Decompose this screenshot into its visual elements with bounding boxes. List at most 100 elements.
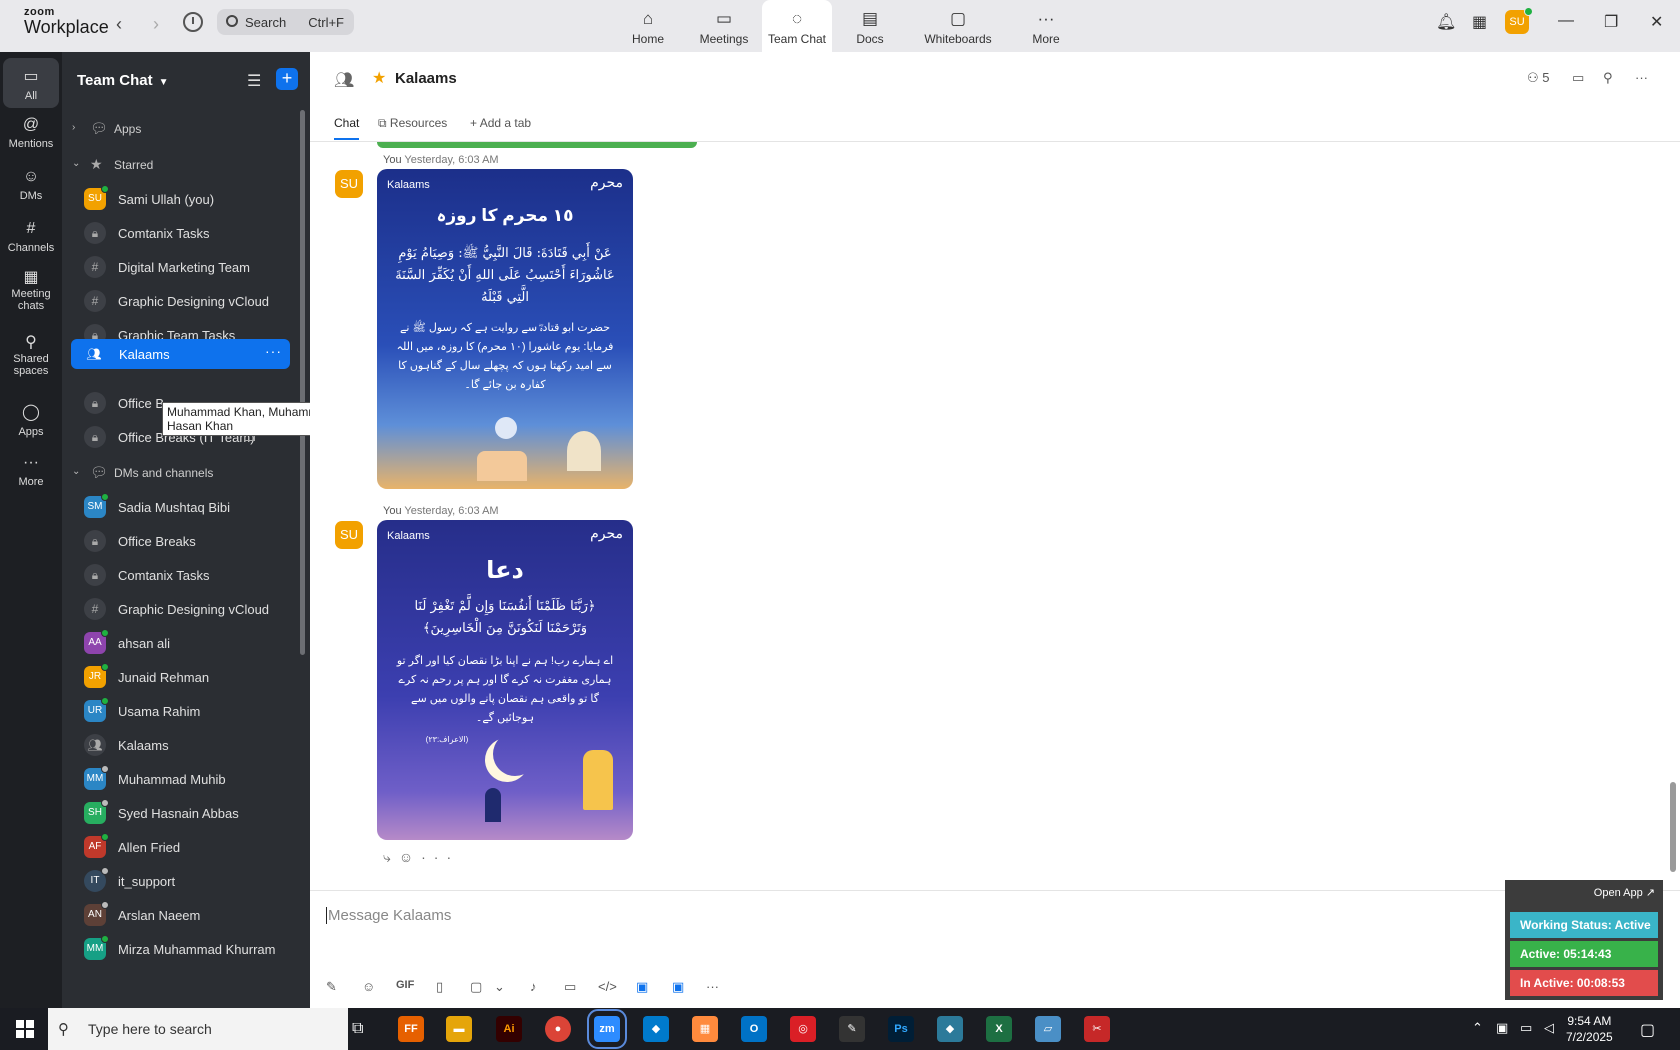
creative-cloud-app[interactable]: ◎ bbox=[790, 1016, 816, 1042]
outlook-app[interactable]: O bbox=[741, 1016, 767, 1042]
sidebar-item-allen-fried[interactable]: AF Allen Fried bbox=[62, 832, 298, 862]
sidebar-item-it-support[interactable]: IT it_support bbox=[62, 866, 298, 896]
image-attachment[interactable]: Kalaams محرم ١٥ محرم کا روزہ عَنْ أَبِي … bbox=[377, 169, 633, 489]
rail-apps[interactable]: ◯ Apps bbox=[0, 402, 62, 438]
sidebar-item-mirza-khurram[interactable]: MM Mirza Muhammad Khurram bbox=[62, 934, 298, 964]
sidebar-item-usama-rahim[interactable]: UR Usama Rahim bbox=[62, 696, 298, 726]
whiteboard-icon[interactable]: ▣ bbox=[672, 979, 684, 995]
vscode-app[interactable]: ◆ bbox=[643, 1016, 669, 1042]
sidebar-item-sadia[interactable]: SM Sadia Mushtaq Bibi bbox=[62, 492, 298, 522]
more-icon[interactable]: ··· bbox=[265, 343, 282, 359]
sidebar-item-syed-hasnain[interactable]: SH Syed Hasnain Abbas bbox=[62, 798, 298, 828]
rail-dms[interactable]: ☺ DMs bbox=[0, 168, 62, 202]
bell-icon[interactable]: 🔔︎ bbox=[1436, 12, 1456, 32]
search-box[interactable]: Search Ctrl+F bbox=[217, 9, 354, 35]
network-icon[interactable]: ▭ bbox=[1520, 1020, 1532, 1036]
sidebar-item-arslan-naeem[interactable]: AN Arslan Naeem bbox=[62, 900, 298, 930]
tab-chat[interactable]: Chat bbox=[334, 116, 360, 140]
more-icon[interactable]: ··· bbox=[706, 979, 719, 994]
section-apps[interactable]: › 💬︎ Apps bbox=[62, 114, 298, 144]
more-icon[interactable]: ··· bbox=[421, 849, 459, 865]
rail-more[interactable]: ··· More bbox=[0, 454, 62, 488]
calendar-icon[interactable]: ▦ bbox=[1472, 12, 1487, 32]
sidebar-item-muhammad-muhib[interactable]: MM Muhammad Muhib bbox=[62, 764, 298, 794]
section-dms-and-channels[interactable]: ⌄ 💬︎ DMs and channels bbox=[62, 458, 298, 488]
search-icon[interactable]: ⚲ bbox=[1603, 70, 1613, 86]
filter-icon[interactable]: ☰ bbox=[247, 71, 261, 91]
nav-more[interactable]: ··· More bbox=[1008, 0, 1084, 52]
video-message-icon[interactable]: ▭ bbox=[564, 979, 576, 995]
sidebar-item-office-breaks[interactable]: 🔒︎ Office Breaks bbox=[62, 526, 298, 556]
gif-icon[interactable]: GIF bbox=[396, 979, 414, 991]
notes-app[interactable]: ▱ bbox=[1035, 1016, 1061, 1042]
avatar[interactable]: SU bbox=[335, 170, 363, 198]
tray-app-icon[interactable]: ▣ bbox=[1496, 1020, 1508, 1036]
pen-tool-app[interactable]: ✎ bbox=[839, 1016, 865, 1042]
restore-icon[interactable]: ❐ bbox=[1604, 12, 1618, 32]
rail-mentions[interactable]: @ Mentions bbox=[0, 116, 62, 150]
sidebar-item-comtanix-tasks[interactable]: 🔒︎ Comtanix Tasks bbox=[62, 218, 298, 248]
nav-whiteboards[interactable]: ▢ Whiteboards bbox=[908, 0, 1008, 52]
forward-arrow-icon[interactable]: › bbox=[153, 14, 159, 35]
excel-app[interactable]: X bbox=[986, 1016, 1012, 1042]
new-chat-button[interactable]: + bbox=[276, 68, 298, 90]
windows-start-icon[interactable] bbox=[16, 1020, 34, 1038]
sidebar-item-sami-ullah[interactable]: SU Sami Ullah (you) bbox=[62, 184, 298, 214]
avatar[interactable]: SU bbox=[335, 521, 363, 549]
message-input[interactable]: Message Kalaams bbox=[326, 907, 451, 924]
reply-icon[interactable]: ⤷ bbox=[383, 849, 399, 865]
volume-icon[interactable]: ◁ bbox=[1544, 1020, 1554, 1036]
close-icon[interactable]: ✕ bbox=[1650, 12, 1663, 32]
sidebar-item-ahsan-ali[interactable]: AA ahsan ali bbox=[62, 628, 298, 658]
more-options-icon[interactable]: ··· bbox=[1635, 70, 1648, 85]
notifications-icon[interactable]: ▢ bbox=[1640, 1020, 1655, 1040]
app-icon[interactable]: ▣ bbox=[636, 979, 648, 995]
chevron-down-icon[interactable]: ⌄ bbox=[494, 979, 505, 995]
sidebar-item-junaid-rehman[interactable]: JR Junaid Rehman bbox=[62, 662, 298, 692]
sidebar-title[interactable]: Team Chat ▼ bbox=[77, 72, 168, 89]
nav-home[interactable]: ⌂ Home bbox=[610, 0, 686, 52]
sidebar-item-digital-marketing[interactable]: # Digital Marketing Team bbox=[62, 252, 298, 282]
rail-channels[interactable]: # Channels bbox=[0, 220, 62, 254]
zoom-app-taskbar[interactable]: zm bbox=[587, 1009, 627, 1049]
emoji-icon[interactable]: ☺ bbox=[399, 849, 421, 865]
task-view-icon[interactable]: ⧉ bbox=[352, 1020, 363, 1038]
user-avatar[interactable]: SU bbox=[1505, 7, 1533, 34]
code-icon[interactable]: </> bbox=[598, 979, 617, 994]
sidebar-item-comtanix-tasks-2[interactable]: 🔒︎ Comtanix Tasks bbox=[62, 560, 298, 590]
image-attachment[interactable]: Kalaams محرم دعا ﴿رَبَّنَا ظَلَمْنَا أَن… bbox=[377, 520, 633, 840]
snipping-app[interactable]: ✂ bbox=[1084, 1016, 1110, 1042]
taskbar-search[interactable]: ⚲ Type here to search bbox=[48, 1008, 348, 1050]
sidebar-item-graphic-designing-2[interactable]: # Graphic Designing vCloud bbox=[62, 594, 298, 624]
nav-docs[interactable]: ▤ Docs bbox=[832, 0, 908, 52]
sidebar-item-kalaams[interactable]: 👥︎ Kalaams ··· bbox=[71, 339, 290, 369]
xampp-app[interactable]: ▦ bbox=[692, 1016, 718, 1042]
video-call-icon[interactable]: ▭ bbox=[1572, 70, 1584, 86]
emoji-icon[interactable]: ☺ bbox=[362, 979, 375, 994]
history-icon[interactable] bbox=[183, 12, 203, 32]
sidebar-item-graphic-designing[interactable]: # Graphic Designing vCloud bbox=[62, 286, 298, 316]
back-arrow-icon[interactable]: ‹ bbox=[116, 14, 122, 35]
app-diamond[interactable]: ◆ bbox=[937, 1016, 963, 1042]
nav-team-chat[interactable]: ◌ Team Chat bbox=[762, 0, 832, 52]
channel-title[interactable]: Kalaams bbox=[395, 70, 457, 87]
microphone-icon[interactable]: ♪ bbox=[530, 979, 537, 994]
tab-resources[interactable]: ⧉ Resources bbox=[378, 116, 447, 131]
members-button[interactable]: ⚇ 5 bbox=[1527, 70, 1550, 86]
chrome-app[interactable]: ● bbox=[545, 1016, 571, 1042]
chat-scrollbar[interactable] bbox=[1670, 782, 1676, 872]
tray-chevron-icon[interactable]: ⌃ bbox=[1472, 1020, 1483, 1036]
nav-meetings[interactable]: ▭ Meetings bbox=[686, 0, 762, 52]
rail-meeting-chats[interactable]: ▦ Meeting chats bbox=[0, 270, 62, 313]
rail-all[interactable]: ▭ All bbox=[3, 58, 59, 108]
screenshot-icon[interactable]: ▢ bbox=[470, 979, 482, 995]
rail-shared-spaces[interactable]: ⚲ Shared spaces bbox=[0, 335, 62, 378]
sidebar-item-kalaams-2[interactable]: 👥︎ Kalaams bbox=[62, 730, 298, 760]
file-icon[interactable]: ▯ bbox=[436, 979, 443, 995]
tab-add[interactable]: + Add a tab bbox=[470, 116, 531, 130]
illustrator-app[interactable]: Ai bbox=[496, 1016, 522, 1042]
format-icon[interactable]: ✎ bbox=[326, 979, 337, 995]
open-app-button[interactable]: Open App ↗ bbox=[1594, 886, 1655, 899]
star-icon[interactable]: ★ bbox=[372, 68, 386, 88]
sidebar-scrollbar[interactable] bbox=[300, 110, 305, 655]
